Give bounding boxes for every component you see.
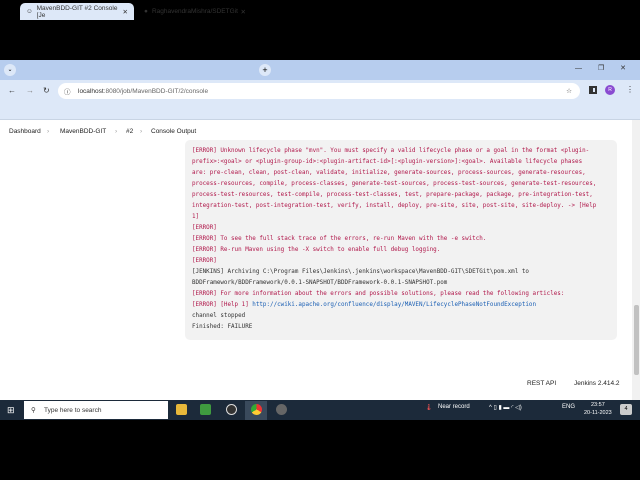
notepad-icon[interactable] [200, 404, 211, 415]
obs-icon[interactable] [226, 404, 237, 415]
breadcrumb-separator: › [115, 128, 118, 135]
breadcrumb-separator: › [140, 128, 143, 135]
notifications-badge[interactable]: 4 [620, 404, 632, 415]
tab-bar [0, 60, 640, 80]
weather-text[interactable]: Near record [438, 404, 470, 410]
console-line: are: pre-clean, clean, post-clean, valid… [192, 170, 586, 176]
console-line: process-resources, compile, process-clas… [192, 181, 597, 187]
address-bar[interactable]: ⓘ localhost:8080/job/MavenBDD-GIT/2/conso… [58, 83, 580, 99]
side-panel-icon[interactable] [589, 86, 597, 94]
close-icon[interactable]: ✕ [241, 8, 246, 16]
console-line: [ERROR] For more information about the e… [192, 291, 565, 297]
language-indicator[interactable]: ENG [562, 404, 575, 410]
menu-icon[interactable]: ⋮ [626, 85, 634, 94]
scrollbar-thumb[interactable] [634, 305, 639, 375]
breadcrumb-job[interactable]: MavenBDD-GIT [60, 128, 106, 135]
console-line: 1] [192, 214, 200, 220]
site-info-icon: ⓘ [64, 89, 71, 96]
thermometer-icon: 🌡 [425, 405, 433, 411]
search-placeholder: Type here to search [44, 406, 102, 414]
bookmark-star-icon[interactable]: ☆ [566, 87, 572, 95]
breadcrumb-console-output[interactable]: Console Output [151, 128, 196, 135]
clock-date: 20-11-2023 [584, 410, 612, 416]
breadcrumb-dashboard[interactable]: Dashboard [9, 128, 41, 135]
forward-button[interactable]: → [26, 86, 34, 95]
close-icon[interactable]: ✕ [123, 8, 128, 16]
jenkins-icon: ☺ [26, 8, 33, 15]
console-line-help: [ERROR] [Help 1] http://cwiki.apache.org… [192, 300, 610, 311]
windows-start-icon[interactable]: ⊞ [7, 405, 15, 415]
tab-title: RaghavendraMishra/SDETGit [151, 8, 238, 15]
console-line: prefix>:<goal> or <plugin-group-id>:<plu… [192, 159, 583, 165]
settings-icon[interactable] [276, 404, 287, 415]
reload-button[interactable]: ↻ [43, 86, 50, 95]
console-line: [ERROR] [192, 225, 217, 231]
github-icon: ● [144, 8, 148, 15]
tray-icons[interactable]: ^ ▯ ▮ ▬ ◜ ◁) [489, 404, 522, 411]
chrome-icon[interactable] [251, 404, 262, 415]
clock[interactable]: 23:57 20-11-2023 [584, 401, 612, 417]
breadcrumb-separator: › [47, 128, 50, 135]
back-button[interactable]: ← [8, 86, 16, 95]
console-line: [ERROR] To see the full stack trace of t… [192, 236, 487, 242]
search-icon: ⚲ [31, 407, 36, 414]
profile-avatar[interactable]: R [605, 85, 615, 95]
help-prefix: [ERROR] [Help 1] [192, 302, 253, 308]
tab-console[interactable]: ☺ MavenBDD-GIT #2 Console [Je ✕ [20, 3, 134, 20]
console-output: [ERROR] Unknown lifecycle phase "mvn". Y… [185, 140, 617, 340]
help-link[interactable]: http://cwiki.apache.org/confluence/displ… [252, 302, 536, 308]
console-line: [ERROR] [192, 258, 217, 264]
jenkins-version-link[interactable]: Jenkins 2.414.2 [574, 380, 620, 387]
rest-api-link[interactable]: REST API [527, 380, 556, 387]
tab-search-button[interactable]: ⌄ [4, 64, 16, 76]
console-line: BDDFramework/BDDFramework/0.0.1-SNAPSHOT… [192, 280, 448, 286]
file-explorer-icon[interactable] [176, 404, 187, 415]
console-line: [JENKINS] Archiving C:\Program Files\Jen… [192, 269, 529, 275]
window-controls[interactable]: — ❐ ✕ [575, 64, 626, 72]
tab-github[interactable]: ● RaghavendraMishra/SDETGit ✕ [138, 3, 252, 20]
console-line: Finished: FAILURE [192, 324, 253, 330]
clock-time: 23:57 [590, 402, 605, 408]
taskbar-search[interactable]: ⚲ Type here to search [24, 401, 168, 419]
console-line: [ERROR] Re-run Maven using the -X switch… [192, 247, 441, 253]
tab-title: MavenBDD-GIT #2 Console [Je [36, 4, 118, 19]
new-tab-button[interactable]: + [259, 64, 271, 76]
bookmarks-bar [0, 102, 640, 120]
breadcrumb-build[interactable]: #2 [126, 128, 133, 135]
console-line: [ERROR] Unknown lifecycle phase "mvn". Y… [192, 148, 590, 154]
url-host: localhost [78, 87, 104, 95]
console-line: process-test-resources, test-compile, pr… [192, 192, 593, 198]
url-path: :8080/job/MavenBDD-GIT/2/console [103, 87, 209, 95]
console-line: integration-test, post-integration-test,… [192, 203, 597, 209]
console-line: channel stopped [192, 313, 246, 319]
